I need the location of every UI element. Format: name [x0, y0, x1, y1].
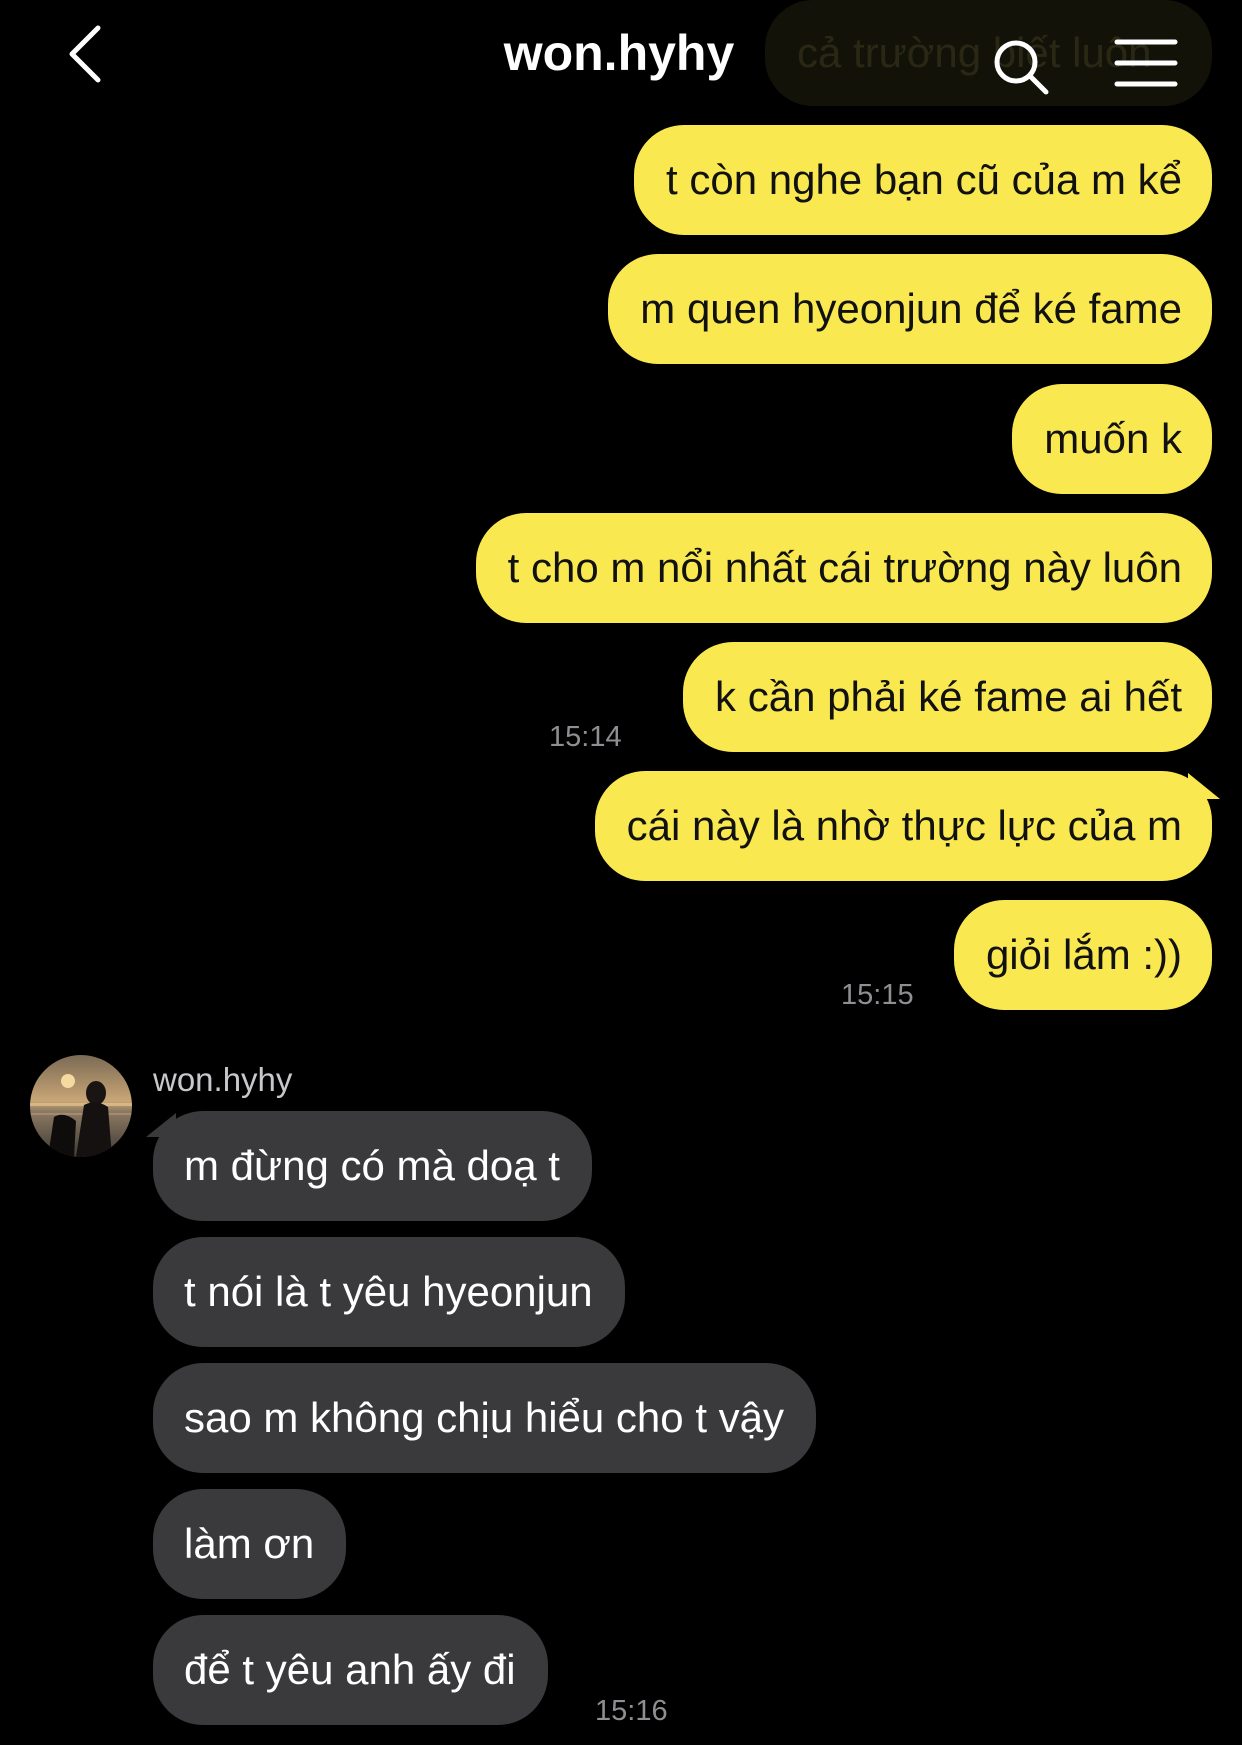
search-icon: [994, 40, 1049, 95]
received-message[interactable]: sao m không chịu hiểu cho t vậy: [153, 1363, 817, 1473]
sent-message[interactable]: t còn nghe bạn cũ của m kể: [634, 125, 1212, 235]
received-message[interactable]: m đừng có mà doạ t: [153, 1111, 592, 1221]
menu-button[interactable]: [1114, 38, 1178, 88]
received-message[interactable]: t nói là t yêu hyeonjun: [153, 1237, 625, 1347]
sent-message[interactable]: m quen hyeonjun để ké fame: [608, 254, 1212, 364]
menu-icon: [1114, 39, 1178, 87]
sent-message[interactable]: k cần phải ké fame ai hết: [683, 642, 1212, 752]
search-button[interactable]: [990, 36, 1054, 100]
sent-message[interactable]: cái này là nhờ thực lực của m: [594, 771, 1212, 881]
message-timestamp: 15:15: [841, 979, 914, 1011]
avatar-photo: [30, 1055, 132, 1157]
message-timestamp: 15:16: [595, 1695, 668, 1727]
sender-name: won.hyhy: [153, 1061, 293, 1098]
sent-message[interactable]: t cho m nổi nhất cái trường này luôn: [475, 513, 1212, 623]
chat-screen: cả trường biết luôn won.hyhy t còn nghe …: [0, 0, 1242, 1745]
sent-message[interactable]: giỏi lắm :)): [953, 900, 1212, 1010]
sender-avatar[interactable]: [30, 1055, 132, 1157]
conversation-title: won.hyhy: [0, 18, 1242, 88]
received-message[interactable]: để t yêu anh ấy đi: [153, 1615, 548, 1725]
message-timestamp: 15:14: [549, 721, 622, 753]
chat-header: cả trường biết luôn won.hyhy: [0, 0, 1242, 110]
bubble-tail: [1188, 773, 1220, 799]
sent-message[interactable]: muốn k: [1012, 384, 1212, 494]
conversation-title-text: won.hyhy: [503, 25, 735, 81]
received-message[interactable]: làm ơn: [153, 1489, 347, 1599]
